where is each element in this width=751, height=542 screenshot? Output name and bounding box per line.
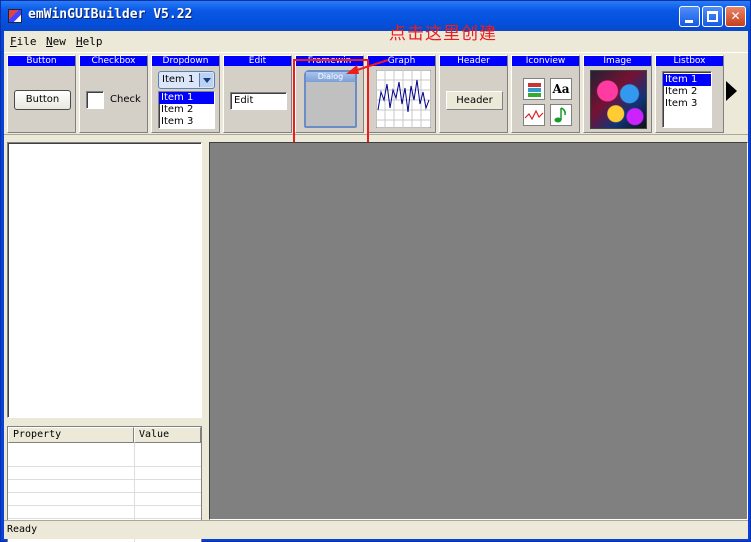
list-item: Item 3 (161, 116, 194, 127)
client-area: File New Help Button Button Checkbox Che… (4, 24, 748, 542)
menu-bar: File New Help (4, 31, 748, 51)
list-item: Item 1 (159, 92, 214, 104)
list-item: Item 2 (665, 86, 698, 97)
header-preview: Header (446, 91, 503, 110)
list-item: Item 2 (161, 104, 194, 115)
tool-header-label: Header (440, 56, 507, 66)
design-canvas[interactable] (209, 142, 748, 520)
tool-iconview-label: Iconview (512, 56, 579, 66)
listbox-preview: Item 1 Item 2 Item 3 (662, 71, 712, 128)
image-preview-thumbnail (590, 70, 647, 129)
tool-image[interactable]: Image (583, 55, 652, 133)
menu-file[interactable]: File (10, 35, 37, 48)
table-row[interactable] (8, 494, 201, 506)
menu-help[interactable]: Help (76, 35, 103, 48)
minimize-button[interactable] (679, 6, 700, 27)
chevron-down-icon (199, 73, 213, 87)
tool-image-label: Image (584, 56, 651, 66)
toolbar-scroll-right-icon[interactable] (726, 81, 737, 101)
button-preview: Button (14, 90, 71, 110)
status-bar: Ready (4, 520, 748, 539)
table-row[interactable] (8, 455, 201, 467)
app-icon[interactable] (8, 9, 22, 23)
chart-line-icon (523, 104, 545, 126)
table-row[interactable] (8, 481, 201, 493)
tool-edit[interactable]: Edit Edit (223, 55, 292, 133)
tool-checkbox[interactable]: Checkbox Check (79, 55, 148, 133)
list-item: Item 3 (665, 98, 698, 109)
tool-listbox[interactable]: Listbox Item 1 Item 2 Item 3 (655, 55, 724, 133)
window-title: emWinGUIBuilder V5.22 (28, 7, 193, 22)
edit-preview: Edit (230, 92, 287, 110)
tool-edit-label: Edit (224, 56, 291, 66)
close-button[interactable]: ✕ (725, 6, 746, 27)
title-bar[interactable]: emWinGUIBuilder V5.22 ✕ (1, 1, 750, 31)
table-row[interactable] (8, 468, 201, 480)
tool-dropdown[interactable]: Dropdown Item 1 Item 1 Item 2 Item 3 (151, 55, 220, 133)
dropdown-preview-selected: Item 1 (158, 71, 215, 89)
tool-button[interactable]: Button Button (7, 55, 76, 133)
menu-new[interactable]: New (46, 35, 66, 48)
annotation-text: 点击这里创建 (389, 24, 497, 44)
books-icon (523, 78, 545, 100)
checkbox-preview-box (86, 91, 104, 109)
tool-dropdown-label: Dropdown (152, 56, 219, 66)
list-item: Item 1 (663, 74, 711, 86)
property-column-header[interactable]: Property (8, 427, 134, 443)
music-note-icon (550, 104, 572, 126)
tool-iconview[interactable]: Iconview Aa (511, 55, 580, 133)
graph-preview-icon (376, 70, 431, 128)
dropdown-preview-list: Item 1 Item 2 Item 3 (158, 91, 215, 129)
maximize-icon (707, 11, 718, 22)
minimize-icon (685, 20, 693, 23)
font-icon: Aa (550, 78, 572, 100)
tool-header[interactable]: Header Header (439, 55, 508, 133)
annotation-arrow-icon (346, 59, 389, 74)
close-icon: ✕ (730, 9, 741, 23)
app-window: emWinGUIBuilder V5.22 ✕ File New Help Bu… (0, 0, 751, 542)
tool-button-label: Button (8, 56, 75, 66)
table-row[interactable] (8, 507, 201, 519)
tool-listbox-label: Listbox (656, 56, 723, 66)
checkbox-preview-label: Check (110, 94, 141, 105)
widget-tree-panel[interactable] (7, 142, 202, 418)
status-text: Ready (7, 524, 38, 535)
value-column-header[interactable]: Value (134, 427, 201, 443)
tool-checkbox-label: Checkbox (80, 56, 147, 66)
maximize-button[interactable] (702, 6, 723, 27)
